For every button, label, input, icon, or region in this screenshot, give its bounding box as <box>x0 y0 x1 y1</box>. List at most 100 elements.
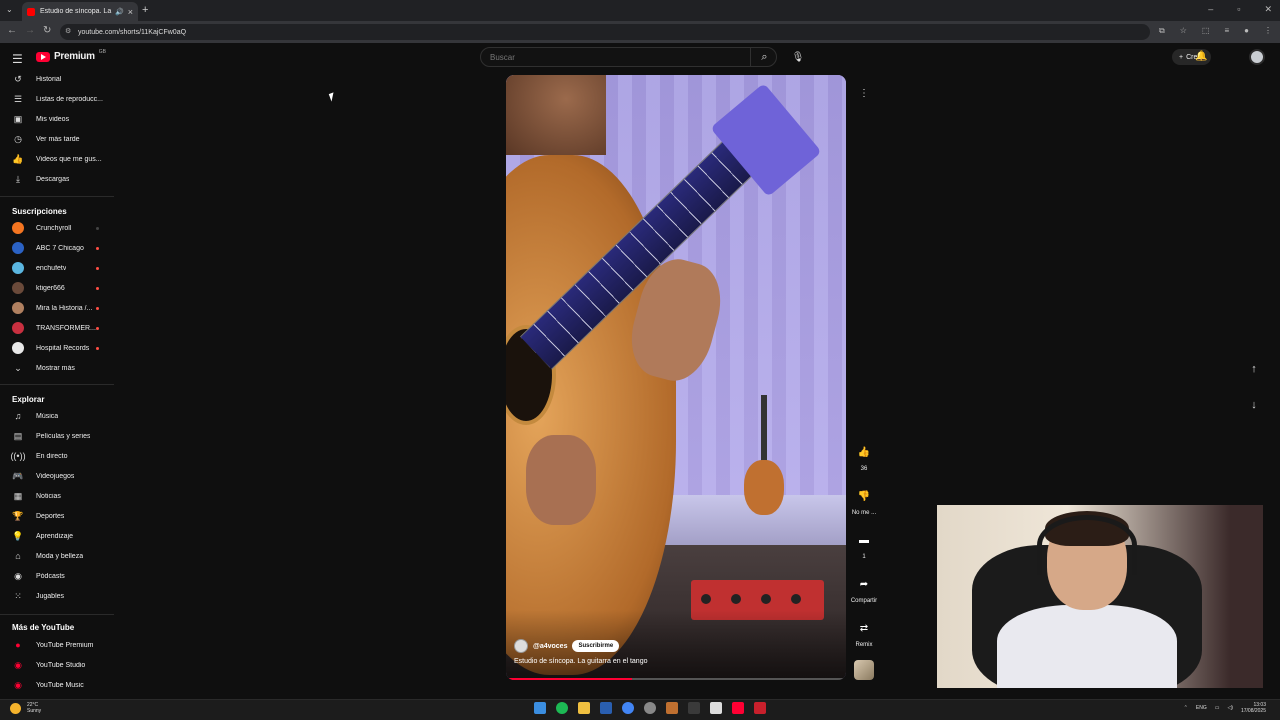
sidebar-item-live[interactable]: ((•)) En directo <box>0 447 116 465</box>
network-icon[interactable]: ▭ <box>1215 705 1220 711</box>
restore-icon[interactable]: ▫ <box>1237 4 1240 15</box>
volume-icon[interactable]: ◁) <box>1227 705 1233 711</box>
share-button[interactable]: ➦ Compartir <box>848 573 880 605</box>
voice-search-icon[interactable]: 🎙 <box>790 49 806 65</box>
knob <box>791 594 801 604</box>
sidebar-item-youtube-premium[interactable]: ● YouTube Premium <box>0 636 116 654</box>
next-short-button[interactable]: ↓ <box>1244 395 1264 415</box>
channel-avatar <box>12 222 24 234</box>
site-info-icon[interactable]: ⚙ <box>65 27 71 35</box>
remix-button[interactable]: ⇄ Remix <box>848 617 880 649</box>
browser-tab[interactable]: Estudio de síncopa. La guita... 🔊 × <box>22 2 138 21</box>
app-icon[interactable] <box>666 702 678 714</box>
browser-menu-icon[interactable]: ⋮ <box>1264 26 1272 36</box>
video-progress-bar[interactable] <box>506 678 846 680</box>
youtube-play-icon <box>36 51 50 62</box>
notifications-bell-icon[interactable]: 🔔 <box>1195 51 1207 62</box>
new-tab-button[interactable]: + <box>142 4 148 16</box>
thumbs-down-icon: 👎 <box>857 490 871 502</box>
like-button[interactable]: 👍 36 <box>848 441 880 473</box>
sidebar-divider <box>0 614 114 615</box>
comments-button[interactable]: ▬ 1 <box>848 529 880 561</box>
back-icon[interactable]: ← <box>7 25 17 36</box>
mouse-cursor <box>328 92 337 102</box>
file-explorer-icon[interactable] <box>578 702 590 714</box>
thumbs-up-icon: 👍 <box>857 446 871 458</box>
more-from-youtube-heading: Más de YouTube <box>12 623 75 632</box>
explore-heading: Explorar <box>12 395 45 404</box>
store-icon[interactable] <box>710 702 722 714</box>
subscription-ktiger666[interactable]: ktiger666 <box>0 279 116 297</box>
tray-overflow-icon[interactable]: ⌃ <box>1184 705 1188 711</box>
sidebar-item-youtube-studio[interactable]: ◉ YouTube Studio <box>0 656 116 674</box>
subscribe-button[interactable]: Suscribirme <box>572 640 620 652</box>
close-window-icon[interactable]: ✕ <box>1264 4 1272 15</box>
audio-playing-icon[interactable]: 🔊 <box>115 8 124 16</box>
language-indicator[interactable]: ENG <box>1196 705 1207 711</box>
sidebar-item-fashion[interactable]: ⌂ Moda y belleza <box>0 547 116 565</box>
short-channel-avatar[interactable] <box>514 639 528 653</box>
sidebar-item-movies[interactable]: ▤ Películas y series <box>0 427 116 445</box>
open-in-app-icon[interactable]: ⧉ <box>1159 26 1165 36</box>
close-tab-icon[interactable]: × <box>128 7 133 17</box>
bookmark-star-icon[interactable]: ☆ <box>1180 26 1187 36</box>
subscription-mira-la-historia[interactable]: Mira la Historia /... <box>0 299 116 317</box>
shorts-video-player[interactable] <box>506 75 846 680</box>
sidebar-item-sports[interactable]: 🏆 Deportes <box>0 507 116 525</box>
subscription-hospital-records[interactable]: Hospital Records <box>0 339 116 357</box>
tab-search-icon[interactable]: ⌄ <box>6 5 13 14</box>
subscription-abc7[interactable]: ABC 7 Chicago <box>0 239 116 257</box>
clock[interactable]: 13:03 17/08/2025 <box>1241 702 1266 714</box>
sidebar-item-playables[interactable]: ⁙ Jugables <box>0 587 116 605</box>
subscription-enchufetv[interactable]: enchufetv <box>0 259 116 277</box>
sidebar-item-news[interactable]: ▦ Noticias <box>0 487 116 505</box>
sidebar-item-history[interactable]: ↺ Historial <box>0 70 116 88</box>
account-avatar[interactable] <box>1249 49 1265 65</box>
url-field[interactable]: ⚙ youtube.com/shorts/11KajCFw0aQ <box>60 24 1150 40</box>
person-shirt <box>997 605 1177 688</box>
show-more-button[interactable]: ⌄ Mostrar más <box>0 359 116 377</box>
terminal-icon[interactable] <box>688 702 700 714</box>
media-control-icon[interactable]: ≡ <box>1224 26 1229 36</box>
sidebar-item-youtube-music[interactable]: ◉ YouTube Music <box>0 676 116 694</box>
channel-avatar <box>12 242 24 254</box>
forward-icon[interactable]: → <box>25 25 35 36</box>
profile-icon[interactable]: ● <box>1244 26 1249 36</box>
sidebar-item-liked-videos[interactable]: 👍 Videos que me gus... <box>0 150 116 168</box>
youtube-premium-logo[interactable]: Premium GB <box>36 49 106 62</box>
previous-short-button[interactable]: ↑ <box>1244 359 1264 379</box>
subscription-crunchyroll[interactable]: Crunchyroll <box>0 219 116 237</box>
search-button[interactable]: ⌕ <box>750 47 778 67</box>
chrome-icon[interactable] <box>622 702 634 714</box>
spotify-icon[interactable] <box>556 702 568 714</box>
more-options-icon[interactable]: ⋮ <box>856 88 872 104</box>
video-icon: ▣ <box>13 113 23 124</box>
app-icon[interactable] <box>754 702 766 714</box>
sidebar-item-downloads[interactable]: ⤓ Descargas <box>0 170 116 188</box>
menu-icon[interactable]: ☰ <box>12 52 23 66</box>
short-channel-name[interactable]: @a4voces <box>533 643 567 650</box>
sidebar-item-music[interactable]: ♫ Música <box>0 407 116 425</box>
sidebar-item-my-videos[interactable]: ▣ Mis videos <box>0 110 116 128</box>
subscription-transformers[interactable]: TRANSFORMER... <box>0 319 116 337</box>
sidebar-item-learning[interactable]: 💡 Aprendizaje <box>0 527 116 545</box>
youtube-app-icon[interactable] <box>732 702 744 714</box>
start-icon[interactable] <box>534 702 546 714</box>
reload-icon[interactable]: ↻ <box>43 25 51 36</box>
player-face <box>506 75 606 155</box>
sidebar-item-watch-later[interactable]: ◷ Ver más tarde <box>0 130 116 148</box>
extensions-icon[interactable]: ⬚ <box>1202 26 1210 36</box>
app-icon[interactable] <box>644 702 656 714</box>
dislike-button[interactable]: 👎 No me ... <box>848 485 880 517</box>
sound-thumbnail[interactable] <box>854 660 874 680</box>
weather-widget[interactable]: 22°C Sunny <box>10 702 41 714</box>
taskbar-apps <box>534 702 766 714</box>
sidebar-item-playlists[interactable]: ☰ Listas de reproducc... <box>0 90 116 108</box>
sidebar-item-gaming[interactable]: 🎮 Videojuegos <box>0 467 116 485</box>
share-label: Compartir <box>850 598 878 604</box>
short-title[interactable]: Estudio de síncopa. La guitarra en el ta… <box>514 658 647 665</box>
minimize-icon[interactable]: – <box>1208 4 1213 15</box>
steam-icon[interactable] <box>600 702 612 714</box>
search-input[interactable]: Buscar <box>480 47 777 67</box>
sidebar-item-podcasts[interactable]: ◉ Pódcasts <box>0 567 116 585</box>
